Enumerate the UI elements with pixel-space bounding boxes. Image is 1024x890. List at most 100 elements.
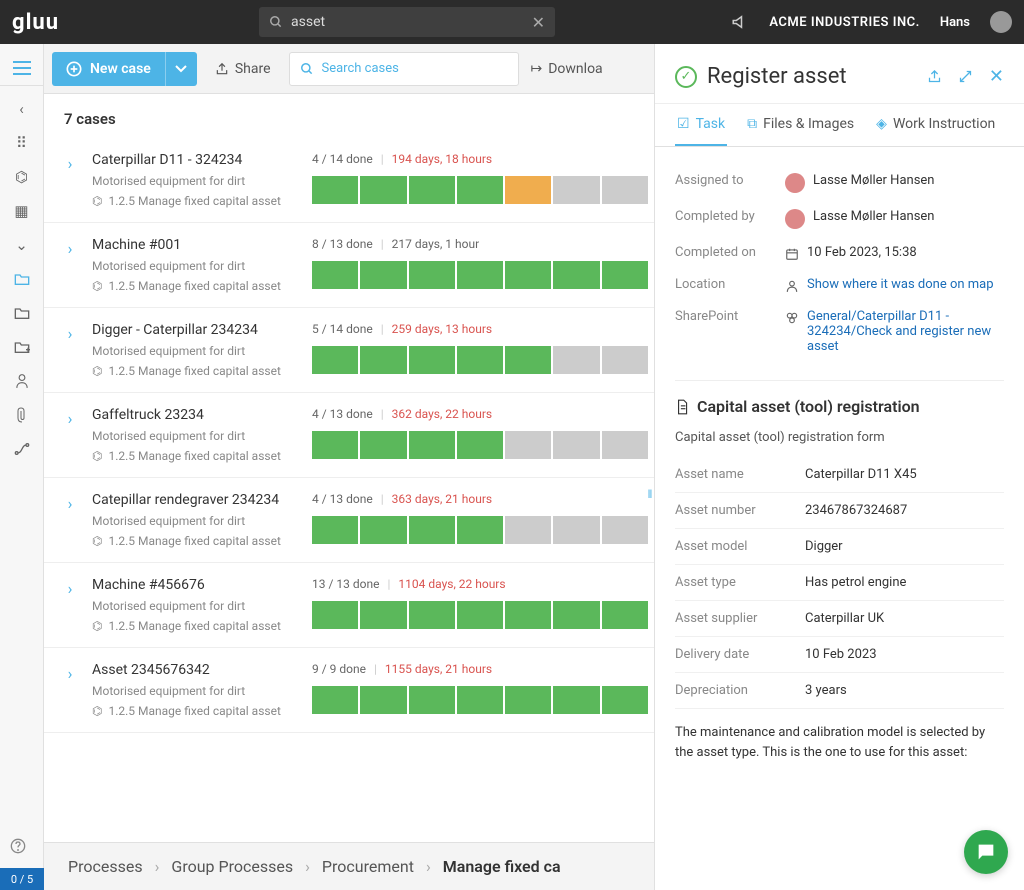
progress-bar bbox=[312, 431, 648, 459]
progress-bar bbox=[312, 686, 648, 714]
search-icon bbox=[300, 62, 314, 76]
flow-icon: ⌬ bbox=[92, 279, 102, 293]
breadcrumb-item[interactable]: Processes bbox=[68, 857, 143, 876]
form-row-label: Depreciation bbox=[675, 683, 805, 698]
nav-attachment-icon[interactable] bbox=[8, 404, 36, 426]
form-row: Depreciation3 years bbox=[675, 673, 1004, 709]
global-search[interactable]: ✕ bbox=[259, 7, 555, 37]
breadcrumb-item[interactable]: Procurement bbox=[322, 857, 414, 876]
chevron-down-icon[interactable]: ⌄ bbox=[8, 234, 36, 256]
tab-task-label: Task bbox=[696, 116, 726, 132]
progress-segment bbox=[360, 431, 406, 459]
announcements-icon[interactable] bbox=[731, 13, 749, 31]
rail-counter[interactable]: 0 / 5 bbox=[0, 868, 44, 890]
progress-segment bbox=[360, 261, 406, 289]
avatar[interactable] bbox=[990, 11, 1012, 33]
progress-bar bbox=[312, 346, 648, 374]
case-count: 7 cases bbox=[44, 94, 654, 138]
case-row[interactable]: › Caterpillar D11 - 324234 Motorised equ… bbox=[44, 138, 654, 223]
progress-segment bbox=[360, 176, 406, 204]
expand-panel-icon[interactable] bbox=[958, 69, 973, 84]
nav-folder-icon[interactable] bbox=[8, 302, 36, 324]
case-row[interactable]: › Machine #456676 Motorised equipment fo… bbox=[44, 563, 654, 648]
nav-user-icon[interactable] bbox=[8, 370, 36, 392]
nav-hierarchy-icon[interactable]: ⠿ bbox=[8, 132, 36, 154]
case-process-ref: ⌬ 1.2.5 Manage fixed capital asset bbox=[92, 619, 302, 633]
new-case-button[interactable]: New case bbox=[52, 52, 165, 86]
progress-segment bbox=[602, 261, 648, 289]
case-title: Gaffeltruck 23234 bbox=[92, 407, 302, 423]
status-check-icon: ✓ bbox=[675, 66, 697, 88]
detail-body: Assigned to Lasse Møller Hansen Complete… bbox=[655, 147, 1024, 890]
case-search[interactable] bbox=[289, 52, 519, 86]
form-row-value: 3 years bbox=[805, 683, 1004, 698]
nav-path-icon[interactable] bbox=[8, 438, 36, 460]
case-subtitle: Motorised equipment for dirt bbox=[92, 429, 302, 443]
expand-case-icon[interactable]: › bbox=[58, 322, 82, 378]
breadcrumb-item[interactable]: Group Processes bbox=[171, 857, 293, 876]
progress-bar bbox=[312, 261, 648, 289]
nav-folder-open-icon[interactable] bbox=[8, 268, 36, 290]
collapse-icon[interactable]: ‹ bbox=[8, 98, 36, 120]
case-row[interactable]: › Asset 2345676342 Motorised equipment f… bbox=[44, 648, 654, 733]
expand-case-icon[interactable]: › bbox=[58, 152, 82, 208]
help-icon[interactable] bbox=[10, 838, 26, 854]
tab-task[interactable]: ☑ Task bbox=[675, 104, 727, 146]
progress-segment bbox=[553, 261, 599, 289]
clear-search-icon[interactable]: ✕ bbox=[532, 13, 545, 32]
case-subtitle: Motorised equipment for dirt bbox=[92, 174, 302, 188]
chat-bubble[interactable] bbox=[964, 830, 1008, 874]
breadcrumb-sep: › bbox=[155, 857, 160, 876]
expand-case-icon[interactable]: › bbox=[58, 577, 82, 633]
progress-segment bbox=[505, 516, 551, 544]
progress-segment bbox=[312, 686, 358, 714]
case-title: Machine #001 bbox=[92, 237, 302, 253]
case-row[interactable]: › Digger - Caterpillar 234234 Motorised … bbox=[44, 308, 654, 393]
form-row: Delivery date10 Feb 2023 bbox=[675, 637, 1004, 673]
case-done-count: 4 / 13 done bbox=[312, 492, 373, 506]
expand-case-icon[interactable]: › bbox=[58, 662, 82, 718]
case-row[interactable]: › Catepillar rendegraver 234234 Motorise… bbox=[44, 478, 654, 563]
case-row[interactable]: › Machine #001 Motorised equipment for d… bbox=[44, 223, 654, 308]
tab-work-instruction[interactable]: ◈ Work Instruction bbox=[874, 104, 997, 146]
menu-toggle-icon[interactable] bbox=[0, 50, 44, 86]
form-row-label: Asset model bbox=[675, 539, 805, 554]
progress-segment bbox=[505, 346, 551, 374]
download-button[interactable]: ↦ Downloa bbox=[531, 61, 603, 77]
sharepoint-link[interactable]: General/Caterpillar D11 - 324234/Check a… bbox=[807, 309, 1004, 354]
avatar bbox=[785, 173, 805, 193]
expand-case-icon[interactable]: › bbox=[58, 237, 82, 293]
flow-icon: ⌬ bbox=[92, 364, 102, 378]
case-time: 1155 days, 21 hours bbox=[385, 662, 492, 676]
expand-case-icon[interactable]: › bbox=[58, 407, 82, 463]
form-row-label: Delivery date bbox=[675, 647, 805, 662]
nav-grid-icon[interactable]: ▦ bbox=[8, 200, 36, 222]
tab-files[interactable]: ⧉ Files & Images bbox=[745, 104, 856, 146]
username[interactable]: Hans bbox=[940, 15, 970, 30]
split-handle[interactable]: ‖ bbox=[646, 474, 654, 514]
progress-segment bbox=[360, 686, 406, 714]
share-button[interactable]: Share bbox=[209, 61, 277, 77]
flow-icon: ⌬ bbox=[92, 704, 102, 718]
tab-files-label: Files & Images bbox=[763, 116, 854, 132]
nav-folder-add-icon[interactable] bbox=[8, 336, 36, 358]
case-done-count: 8 / 13 done bbox=[312, 237, 373, 251]
case-done-count: 9 / 9 done bbox=[312, 662, 366, 676]
nav-flow-icon[interactable]: ⌬ bbox=[8, 166, 36, 188]
progress-segment bbox=[457, 516, 503, 544]
case-search-input[interactable] bbox=[322, 61, 508, 76]
form-row-value: 23467867324687 bbox=[805, 503, 1004, 518]
progress-bar bbox=[312, 176, 648, 204]
progress-segment bbox=[505, 176, 551, 204]
case-time: 217 days, 1 hour bbox=[392, 237, 479, 251]
close-panel-icon[interactable]: ✕ bbox=[989, 66, 1004, 87]
form-row-label: Asset name bbox=[675, 467, 805, 482]
location-link[interactable]: Show where it was done on map bbox=[807, 277, 994, 292]
progress-segment bbox=[602, 431, 648, 459]
new-case-dropdown[interactable] bbox=[165, 52, 197, 86]
expand-case-icon[interactable]: › bbox=[58, 492, 82, 548]
share-task-icon[interactable] bbox=[927, 69, 942, 84]
case-row[interactable]: › Gaffeltruck 23234 Motorised equipment … bbox=[44, 393, 654, 478]
global-search-input[interactable] bbox=[291, 14, 532, 30]
progress-segment bbox=[457, 431, 503, 459]
